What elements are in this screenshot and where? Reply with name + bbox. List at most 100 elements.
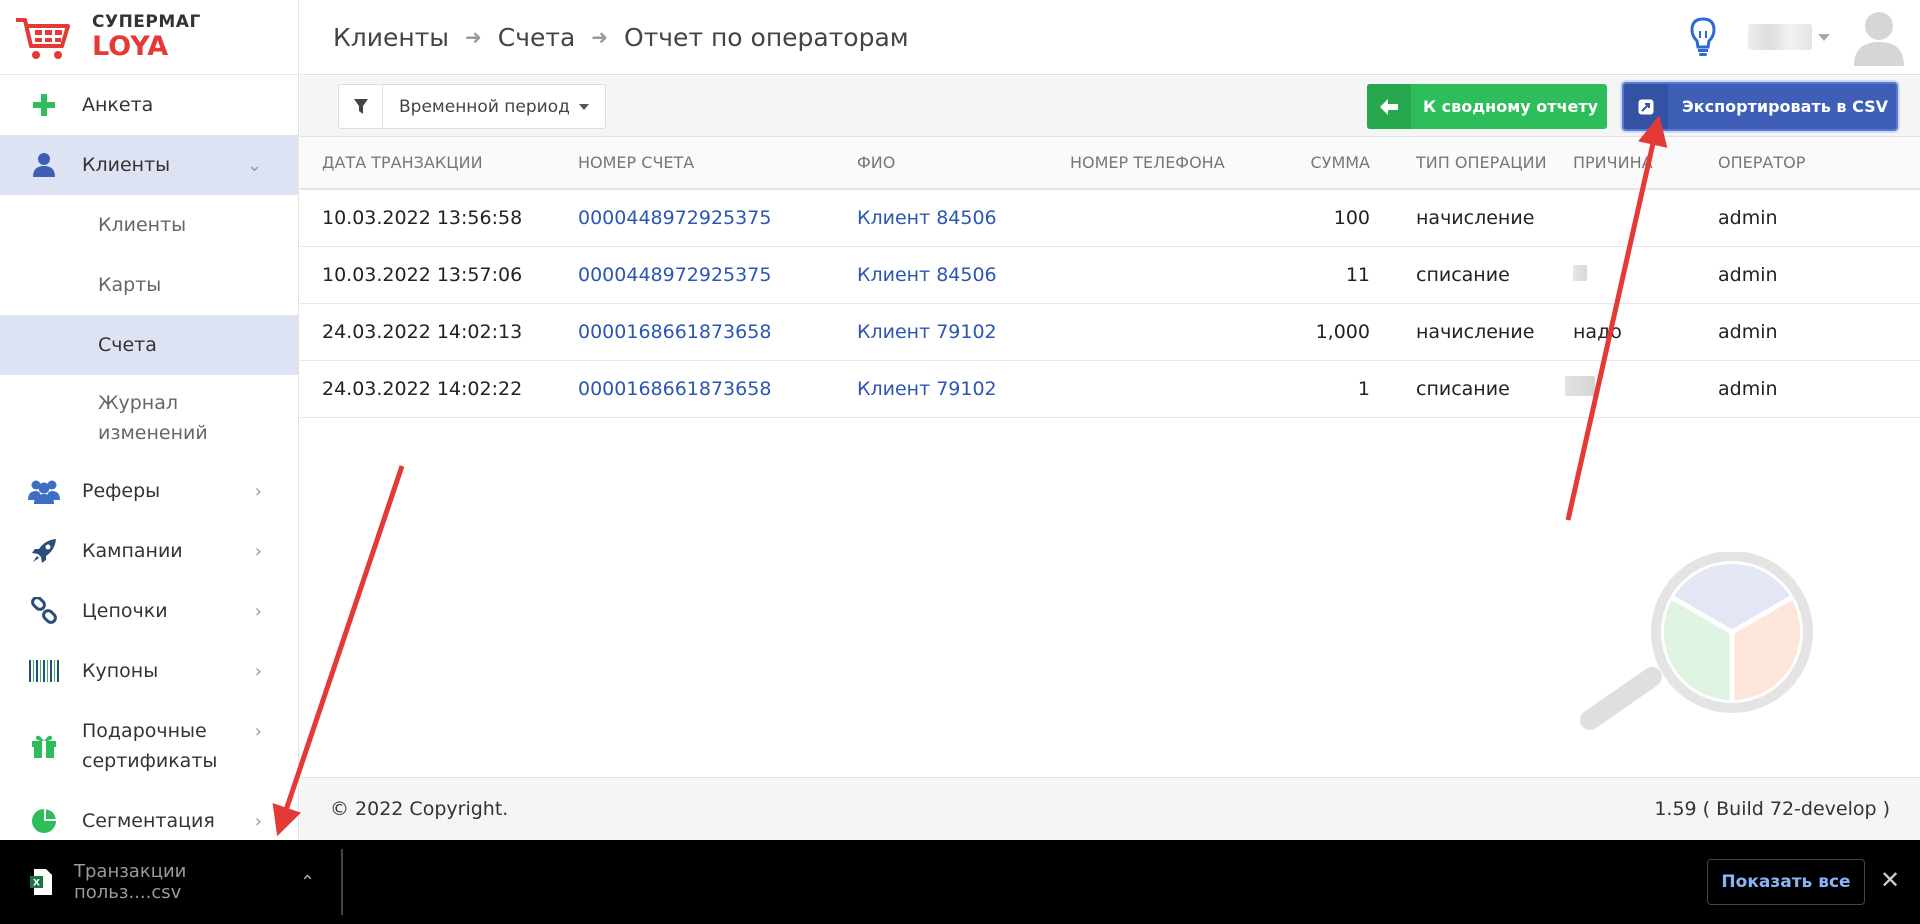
logo[interactable]: СУПЕРМАГ LOYA (0, 0, 298, 75)
close-icon[interactable]: ✕ (1880, 866, 1900, 894)
cell-phone (1070, 189, 1270, 247)
table-row: 24.03.2022 14:02:13 0000168661873658 Кли… (300, 303, 1920, 361)
sidebar-subitem-clients[interactable]: Клиенты (0, 195, 298, 255)
filter-icon (353, 98, 368, 114)
sidebar-item-gift-certificates[interactable]: Подарочные сертификаты › (0, 701, 298, 791)
cell-client-link[interactable]: Клиент 84506 (857, 246, 1070, 304)
arrow-right-icon: ➜ (465, 25, 482, 49)
breadcrumb-item-current: Отчет по операторам (624, 22, 909, 52)
cell-amount: 1,000 (1270, 303, 1370, 361)
plus-icon (28, 89, 60, 121)
show-all-downloads-button[interactable]: Показать все (1707, 859, 1865, 905)
svg-text:X: X (33, 879, 40, 889)
pie-icon (28, 805, 60, 837)
column-header[interactable]: Номер телефона (1070, 137, 1270, 190)
logo-title-top: СУПЕРМАГ (92, 12, 201, 32)
download-item[interactable]: X Транзакции польз....csv ⌃ (0, 840, 315, 924)
cell-operator: admin (1718, 360, 1920, 418)
chevron-right-icon: › (254, 660, 262, 682)
username-blurred[interactable] (1748, 24, 1812, 50)
sidebar-subitem-cards[interactable]: Карты (0, 255, 298, 315)
operators-report-table: Дата транзакции Номер счета ФИО Номер те… (300, 137, 1920, 418)
cell-operator: admin (1718, 303, 1920, 361)
sidebar-item-chains[interactable]: Цепочки › (0, 581, 298, 641)
column-header[interactable]: Причина (1573, 137, 1718, 190)
user-icon (28, 149, 60, 181)
export-csv-label: Экспортировать в CSV (1682, 97, 1889, 116)
cell-date: 24.03.2022 14:02:13 (300, 303, 578, 361)
sidebar-item-clients[interactable]: Клиенты ⌄ (0, 135, 298, 195)
logo-title-bottom: LOYA (92, 31, 169, 62)
arrow-right-icon: ➜ (591, 25, 609, 49)
column-header[interactable]: Сумма (1270, 137, 1370, 190)
cell-amount: 11 (1270, 246, 1370, 304)
top-header: Клиенты ➜ Счета ➜ Отчет по операторам (300, 0, 1920, 75)
download-file-name: Транзакции польз....csv (74, 861, 187, 903)
cell-phone (1070, 360, 1270, 418)
sidebar-item-segmentation[interactable]: Сегментация › (0, 791, 298, 840)
column-header[interactable]: ФИО (857, 137, 1070, 190)
cell-reason (1573, 189, 1718, 247)
cell-operation-type: списание (1370, 246, 1573, 304)
filter-button[interactable] (339, 85, 383, 128)
export-csv-button[interactable]: Экспортировать в CSV (1622, 82, 1898, 131)
cell-operation-type: начисление (1370, 303, 1573, 361)
reason-blurred (1573, 264, 1587, 281)
sidebar-item-label: Кампании (82, 540, 183, 562)
sidebar-item-anketa[interactable]: Анкета (0, 75, 298, 135)
sidebar-item-label: Сегментация (82, 810, 215, 832)
toolbar: Временной период К сводному отчету Экспо… (300, 76, 1920, 137)
divider (341, 849, 344, 915)
cell-operation-type: начисление (1370, 189, 1573, 247)
cell-operation-type: списание (1370, 360, 1573, 418)
cell-client-link[interactable]: Клиент 79102 (857, 303, 1070, 361)
cell-phone (1070, 246, 1270, 304)
sidebar: СУПЕРМАГ LOYA Анкета Клиенты ⌄ Клиенты К… (0, 0, 299, 840)
sidebar-subitem-changelog[interactable]: Журнал изменений (0, 375, 298, 461)
avatar[interactable] (1852, 8, 1906, 66)
cell-reason: надо (1573, 303, 1718, 361)
column-header[interactable]: Тип операции (1370, 137, 1573, 190)
cell-date: 10.03.2022 13:57:06 (300, 246, 578, 304)
breadcrumb: Клиенты ➜ Счета ➜ Отчет по операторам (300, 23, 909, 52)
cell-client-link[interactable]: Клиент 79102 (857, 360, 1070, 418)
cell-operator: admin (1718, 189, 1920, 247)
users-icon (28, 475, 60, 507)
table-row: 10.03.2022 13:57:06 0000448972925375 Кли… (300, 246, 1920, 304)
time-period-dropdown[interactable]: Временной период (383, 85, 605, 128)
cell-account-link[interactable]: 0000168661873658 (578, 303, 857, 361)
caret-down-icon[interactable] (1818, 33, 1830, 41)
reason-blurred (1565, 376, 1595, 396)
browser-download-bar: X Транзакции польз....csv ⌃ Показать все… (0, 840, 1920, 924)
footer: © 2022 Copyright. 1.59 ( Build 72-develo… (300, 777, 1920, 840)
chevron-right-icon: › (254, 480, 262, 502)
lightbulb-icon[interactable] (1688, 16, 1718, 58)
rocket-icon (28, 535, 60, 567)
caret-down-icon (578, 103, 589, 110)
chevron-right-icon: › (254, 540, 262, 562)
gift-icon (28, 730, 60, 762)
summary-report-label: К сводному отчету (1423, 97, 1599, 116)
cell-account-link[interactable]: 0000168661873658 (578, 360, 857, 418)
cell-client-link[interactable]: Клиент 84506 (857, 189, 1070, 247)
column-header[interactable]: Дата транзакции (300, 137, 578, 190)
chevron-up-icon[interactable]: ⌃ (300, 872, 315, 893)
breadcrumb-item-accounts[interactable]: Счета (498, 23, 576, 52)
summary-report-button[interactable]: К сводному отчету (1367, 84, 1607, 129)
sidebar-item-referrers[interactable]: Реферы › (0, 461, 298, 521)
column-header[interactable]: Оператор (1718, 137, 1920, 190)
column-header[interactable]: Номер счета (578, 137, 857, 190)
sidebar-item-coupons[interactable]: Купоны › (0, 641, 298, 701)
cell-account-link[interactable]: 0000448972925375 (578, 189, 857, 247)
sidebar-item-label: Купоны (82, 660, 159, 682)
cell-account-link[interactable]: 0000448972925375 (578, 246, 857, 304)
empty-report-magnifier-icon (1580, 552, 1813, 730)
chevron-right-icon: › (254, 721, 262, 742)
cell-operator: admin (1718, 246, 1920, 304)
cell-reason (1573, 246, 1718, 304)
chevron-right-icon: › (254, 600, 262, 622)
breadcrumb-item-clients[interactable]: Клиенты (333, 23, 449, 52)
sidebar-subitem-accounts[interactable]: Счета (0, 315, 298, 375)
annotation-arrow-to-download (272, 465, 405, 837)
sidebar-item-campaigns[interactable]: Кампании › (0, 521, 298, 581)
